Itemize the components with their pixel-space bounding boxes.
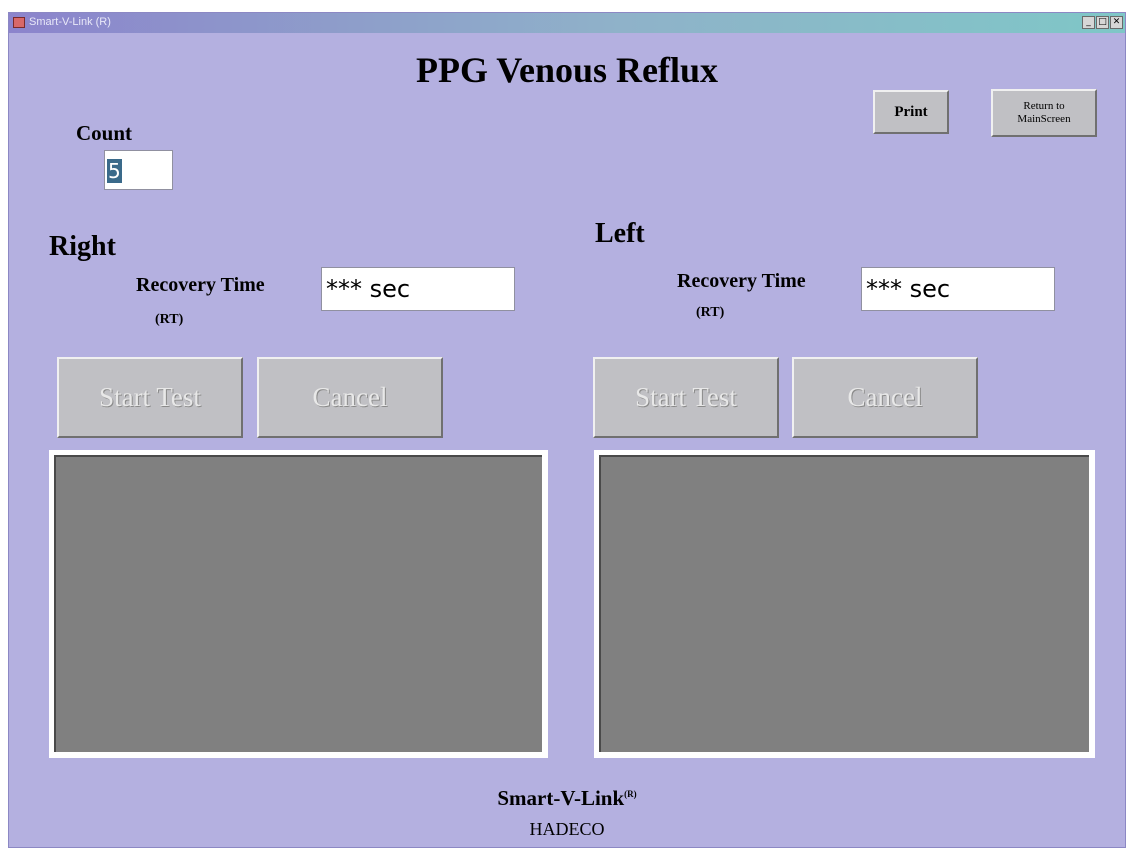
app-icon[interactable] [13,17,25,28]
right-start-test-button[interactable]: Start Test [57,357,243,438]
maximize-icon[interactable]: □ [1096,16,1109,29]
count-value: 5 [107,159,122,183]
footer-brand-mark: (R) [624,789,637,799]
app-window: Smart-V-Link (R) _ □ ✕ PPG Venous Reflux… [8,12,1126,848]
left-graph-area [599,455,1089,752]
right-start-test-label: Start Test [99,382,201,412]
count-label: Count [76,121,133,145]
left-start-test-button[interactable]: Start Test [593,357,779,438]
close-icon[interactable]: ✕ [1110,16,1123,29]
left-heading: Left [595,218,645,249]
return-label-line1: Return to [1023,100,1065,112]
right-heading: Right [49,231,116,262]
left-rt-label: (RT) [696,305,725,320]
return-label-line2: MainScreen [1017,113,1071,125]
left-graph-panel [594,450,1095,758]
right-graph-area [54,455,542,752]
minimize-icon[interactable]: _ [1082,16,1095,29]
count-input[interactable]: 5 [104,150,173,190]
page-title: PPG Venous Reflux [415,50,719,90]
footer-brand: Smart-V-Link(R) [9,786,1125,811]
footer-brand-name: Smart-V-Link [497,786,625,810]
window-title: Smart-V-Link (R) [29,16,111,28]
footer-company: HADECO [529,819,605,839]
left-recovery-time-field[interactable]: *** sec [861,267,1055,311]
left-cancel-button[interactable]: Cancel [792,357,978,438]
return-main-button[interactable]: Return to MainScreen [991,89,1097,137]
left-cancel-label: Cancel [847,382,923,412]
right-cancel-label: Cancel [312,382,388,412]
title-bar[interactable]: Smart-V-Link (R) _ □ ✕ [9,13,1125,33]
right-recovery-time-field[interactable]: *** sec [321,267,515,311]
right-rt-label: (RT) [155,312,184,327]
left-recovery-label: Recovery Time [677,270,806,292]
right-graph-panel [49,450,548,758]
right-cancel-button[interactable]: Cancel [257,357,443,438]
right-recovery-label: Recovery Time [136,274,265,296]
print-button-label: Print [894,103,928,120]
left-start-test-label: Start Test [635,382,737,412]
print-button[interactable]: Print [873,90,949,134]
